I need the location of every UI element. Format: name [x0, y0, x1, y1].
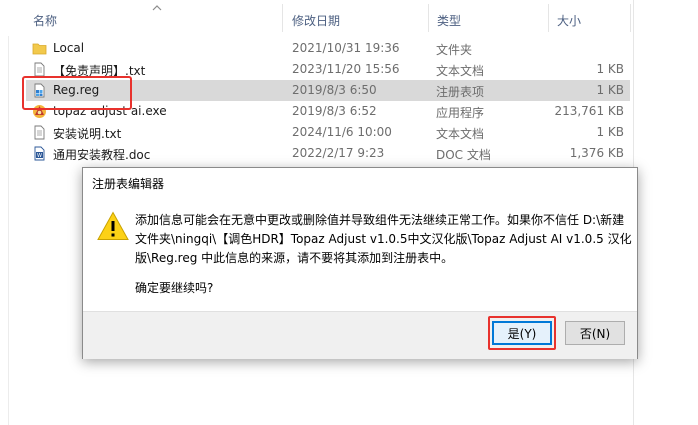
file-name: 安装说明.txt	[53, 127, 122, 141]
column-divider[interactable]	[630, 4, 631, 32]
doc-file-icon: W	[34, 146, 45, 161]
file-type: DOC 文档	[436, 148, 491, 162]
file-row-tutorial[interactable]: W 通用安装教程.doc 2022/2/17 9:23 DOC 文档 1,376…	[26, 143, 630, 164]
dialog-title: 注册表编辑器	[92, 177, 165, 191]
pane-divider	[8, 36, 9, 425]
file-size: 1 KB	[596, 125, 624, 139]
file-size: 213,761 KB	[554, 104, 624, 118]
column-divider[interactable]	[548, 4, 549, 32]
file-type: 文本文档	[436, 127, 485, 141]
file-size: 1,376 KB	[569, 146, 624, 160]
file-date: 2022/2/17 9:23	[292, 146, 385, 160]
column-header-name[interactable]: 名称	[33, 12, 57, 29]
sort-ascending-icon[interactable]	[152, 4, 162, 11]
file-row-install-notes[interactable]: 安装说明.txt 2024/11/6 10:00 文本文档 1 KB	[26, 122, 630, 143]
file-name: 通用安装教程.doc	[53, 148, 151, 162]
file-name: Local	[53, 41, 85, 55]
no-button[interactable]: 否(N)	[565, 321, 625, 345]
dialog-question: 确定要继续吗?	[135, 281, 214, 295]
message-line: 添加信息可能会在无意中更改或删除值并导致组件无法继续正常工作。如果你不信任 D:…	[135, 213, 625, 227]
dialog-footer: 是(Y) 否(N)	[83, 311, 637, 359]
file-date: 2023/11/20 15:56	[292, 62, 400, 76]
file-date: 2024/11/6 10:00	[292, 125, 392, 139]
registry-editor-dialog: 注册表编辑器 添加信息可能会在无意中更改或删除值并导致组件无法继续正常工作。如果…	[82, 167, 638, 359]
column-header-bar: 名称 修改日期 类型 大小	[0, 0, 698, 36]
file-date: 2019/8/3 6:50	[292, 83, 377, 97]
column-divider[interactable]	[428, 4, 429, 32]
text-file-icon	[34, 62, 45, 77]
dialog-body: 添加信息可能会在无意中更改或删除值并导致组件无法继续正常工作。如果你不信任 D:…	[83, 198, 637, 311]
message-line: 文件夹\ningqi\【调色HDR】Topaz Adjust v1.0.5中文汉…	[135, 232, 632, 246]
reg-file-highlight	[22, 76, 132, 110]
column-header-date[interactable]: 修改日期	[292, 12, 340, 29]
file-date: 2019/8/3 6:52	[292, 104, 377, 118]
svg-text:W: W	[37, 153, 42, 159]
file-type: 文本文档	[436, 64, 485, 78]
file-type: 注册表项	[436, 85, 485, 99]
file-type: 应用程序	[436, 106, 485, 120]
file-date: 2021/10/31 19:36	[292, 41, 400, 55]
text-file-icon	[34, 125, 45, 140]
dialog-message: 添加信息可能会在无意中更改或删除值并导致组件无法继续正常工作。如果你不信任 D:…	[135, 211, 632, 268]
file-row-local[interactable]: Local 2021/10/31 19:36 文件夹	[26, 38, 630, 59]
column-header-type[interactable]: 类型	[437, 12, 461, 29]
yes-button[interactable]: 是(Y)	[492, 321, 552, 345]
column-header-size[interactable]: 大小	[557, 12, 581, 29]
folder-icon	[32, 43, 47, 55]
column-divider[interactable]	[282, 4, 283, 32]
message-line: 版\Reg.reg 中此信息的来源，请不要将其添加到注册表中。	[135, 251, 454, 265]
warning-icon	[97, 211, 129, 240]
file-size: 1 KB	[596, 62, 624, 76]
file-type: 文件夹	[436, 43, 473, 57]
file-size: 1 KB	[596, 83, 624, 97]
